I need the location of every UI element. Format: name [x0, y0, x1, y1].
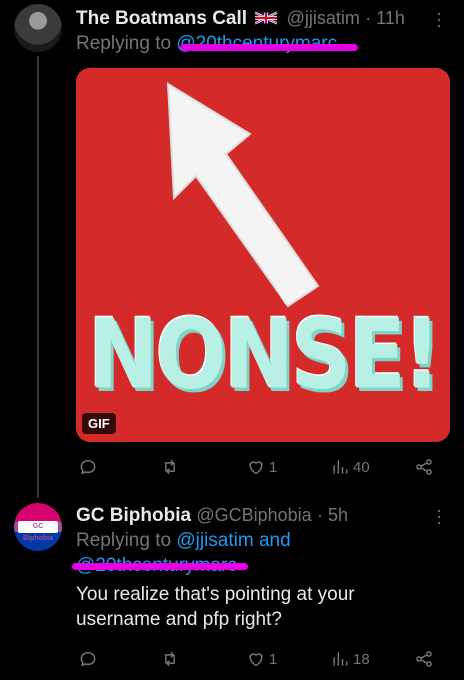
replying-to-label: Replying to — [76, 530, 172, 551]
reply-and: and — [258, 530, 291, 551]
author-name-line: The Boatmans Call @jjisatim · 11h — [76, 8, 405, 30]
reply-icon — [80, 651, 96, 667]
views-chart-icon — [333, 460, 348, 474]
share-button[interactable] — [414, 455, 434, 479]
gif-badge[interactable]: GIF — [82, 413, 116, 434]
retweet-icon — [165, 459, 175, 475]
replying-to-label: Replying to — [76, 33, 172, 54]
tweet-text: You realize that's pointing at your user… — [76, 584, 355, 630]
share-icon — [416, 459, 432, 475]
avatar[interactable] — [14, 4, 62, 52]
more-options-icon[interactable]: · · · — [436, 4, 442, 34]
share-button[interactable] — [414, 647, 434, 671]
retweet-icon — [165, 651, 175, 667]
redaction-scribble — [180, 44, 358, 51]
media-caption: NONSE! — [88, 297, 441, 411]
redaction-scribble — [72, 563, 248, 570]
author-name-line: GC Biphobia @GCBiphobia · 5h — [76, 505, 348, 527]
avatar-label: GC Biphobia — [18, 521, 58, 542]
timestamp[interactable]: · 11h — [365, 8, 405, 28]
heart-icon — [249, 653, 263, 667]
uk-flag-icon — [255, 11, 278, 25]
display-name[interactable]: The Boatmans Call — [76, 8, 247, 29]
replying-to-line: Replying to @jjisatim and — [76, 530, 291, 552]
gif-media[interactable]: NONSE! GIF — [76, 68, 450, 442]
reply-button[interactable] — [78, 455, 101, 479]
avatar[interactable]: GC Biphobia — [14, 503, 62, 551]
reply-icon — [80, 459, 96, 475]
timestamp[interactable]: · 5h — [317, 505, 348, 525]
views-button[interactable]: 40 — [330, 455, 370, 479]
handle[interactable]: @jjisatim — [287, 8, 360, 28]
like-button[interactable]: 1 — [246, 455, 277, 479]
tweet-1[interactable]: The Boatmans Call @jjisatim · 11h · · · Re… — [0, 0, 464, 490]
handle[interactable]: @GCBiphobia — [196, 505, 311, 525]
heart-icon — [249, 461, 263, 475]
like-button[interactable]: 1 — [246, 647, 277, 671]
views-chart-icon — [333, 652, 348, 666]
retweet-button[interactable] — [160, 647, 183, 671]
tweet-actions: 1 40 — [76, 455, 450, 479]
share-icon — [416, 651, 432, 667]
retweet-button[interactable] — [160, 455, 183, 479]
reply-button[interactable] — [78, 647, 101, 671]
reply-mention[interactable]: @jjisatim — [176, 530, 253, 551]
more-options-icon[interactable]: · · · — [436, 501, 442, 531]
display-name[interactable]: GC Biphobia — [76, 505, 191, 526]
tweet-actions: 1 18 — [76, 647, 450, 671]
views-button[interactable]: 18 — [330, 647, 370, 671]
